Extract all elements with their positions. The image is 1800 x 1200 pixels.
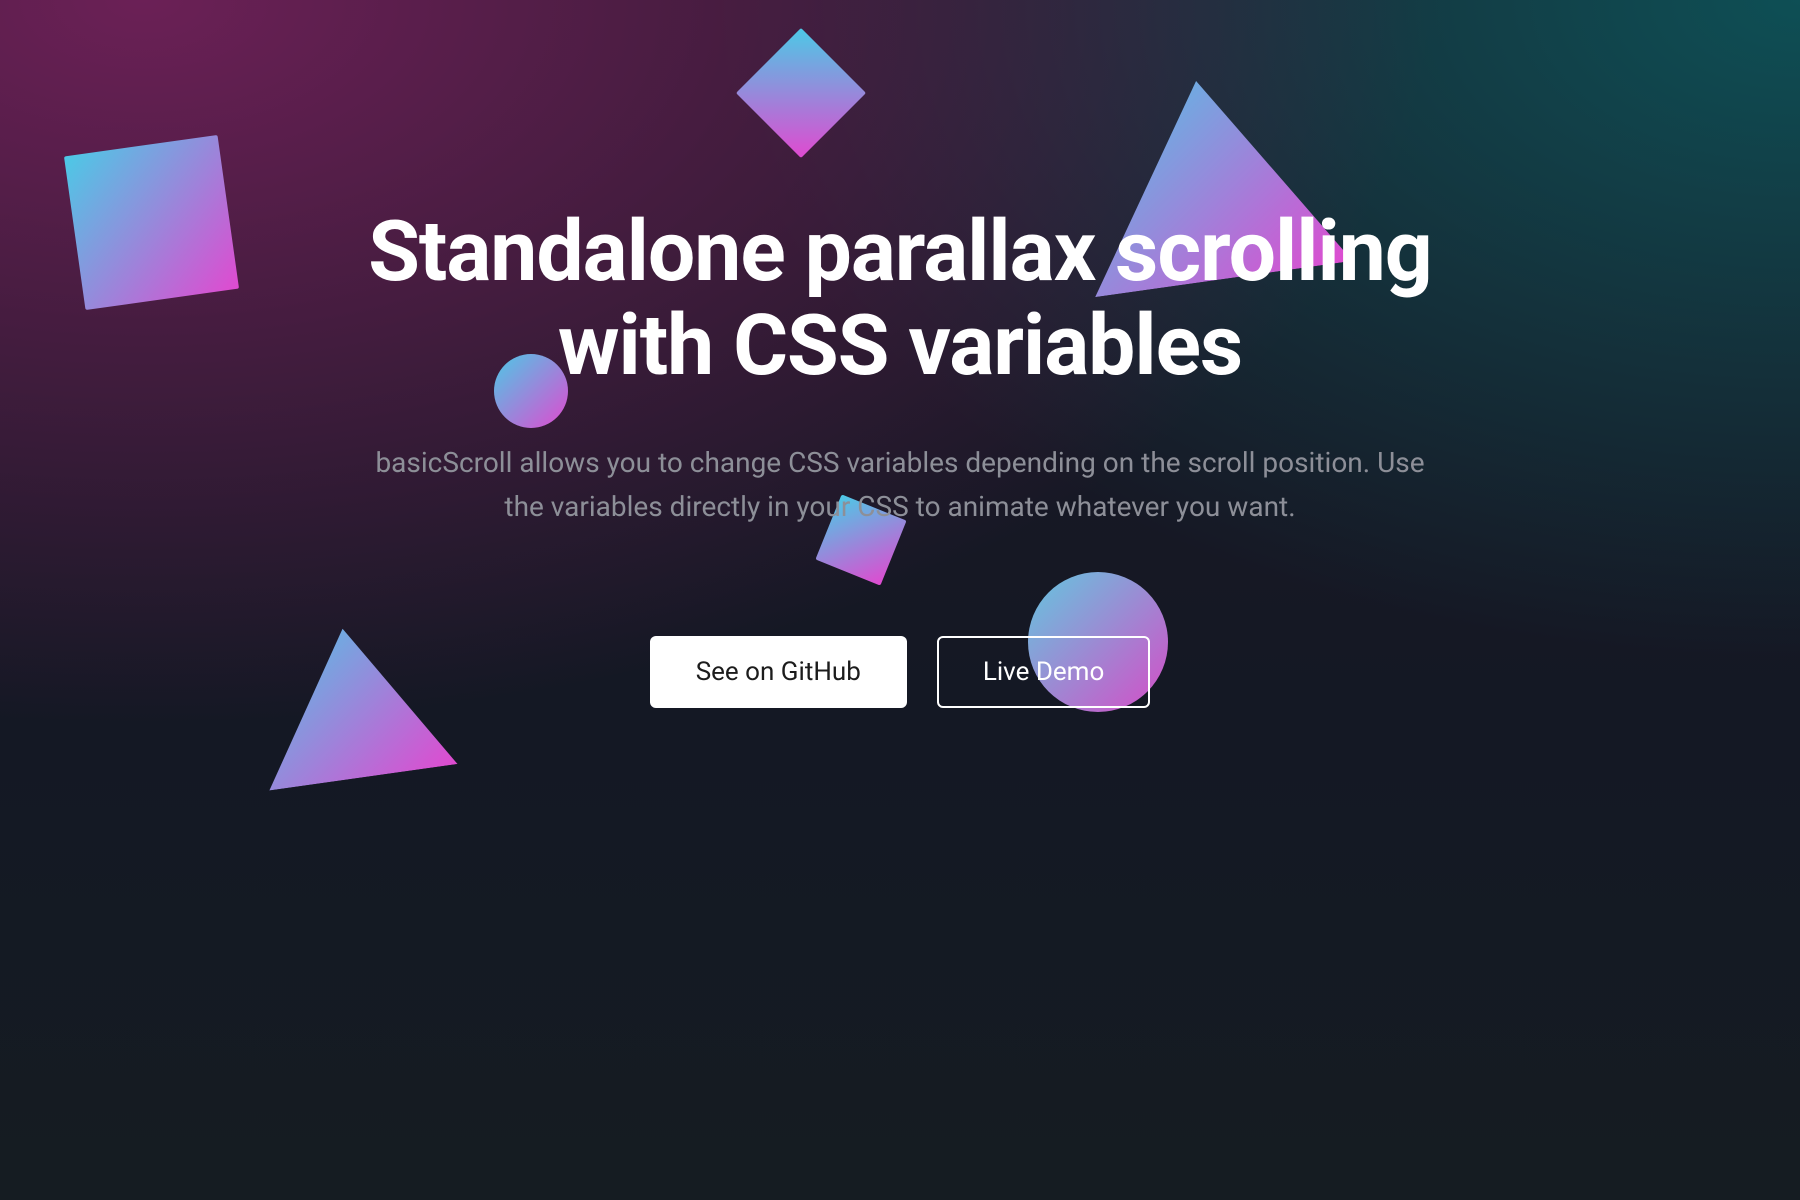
- triangle-bottom-left: [248, 616, 457, 791]
- title-line-1: Standalone parallax scrolling: [368, 202, 1432, 301]
- square-large-top-left: [64, 135, 239, 310]
- page-subtitle: basicScroll allows you to change CSS var…: [360, 441, 1440, 528]
- hero-section: Standalone parallax scrolling with CSS v…: [0, 0, 1800, 1200]
- live-demo-button[interactable]: Live Demo: [937, 636, 1150, 708]
- decor-layer: [0, 0, 1800, 1200]
- page-title: Standalone parallax scrolling with CSS v…: [300, 205, 1500, 393]
- title-line-2: with CSS variables: [558, 296, 1242, 395]
- github-button[interactable]: See on GitHub: [650, 636, 907, 708]
- diamond-top-center: [736, 28, 866, 158]
- cta-row: See on GitHub Live Demo: [650, 636, 1151, 708]
